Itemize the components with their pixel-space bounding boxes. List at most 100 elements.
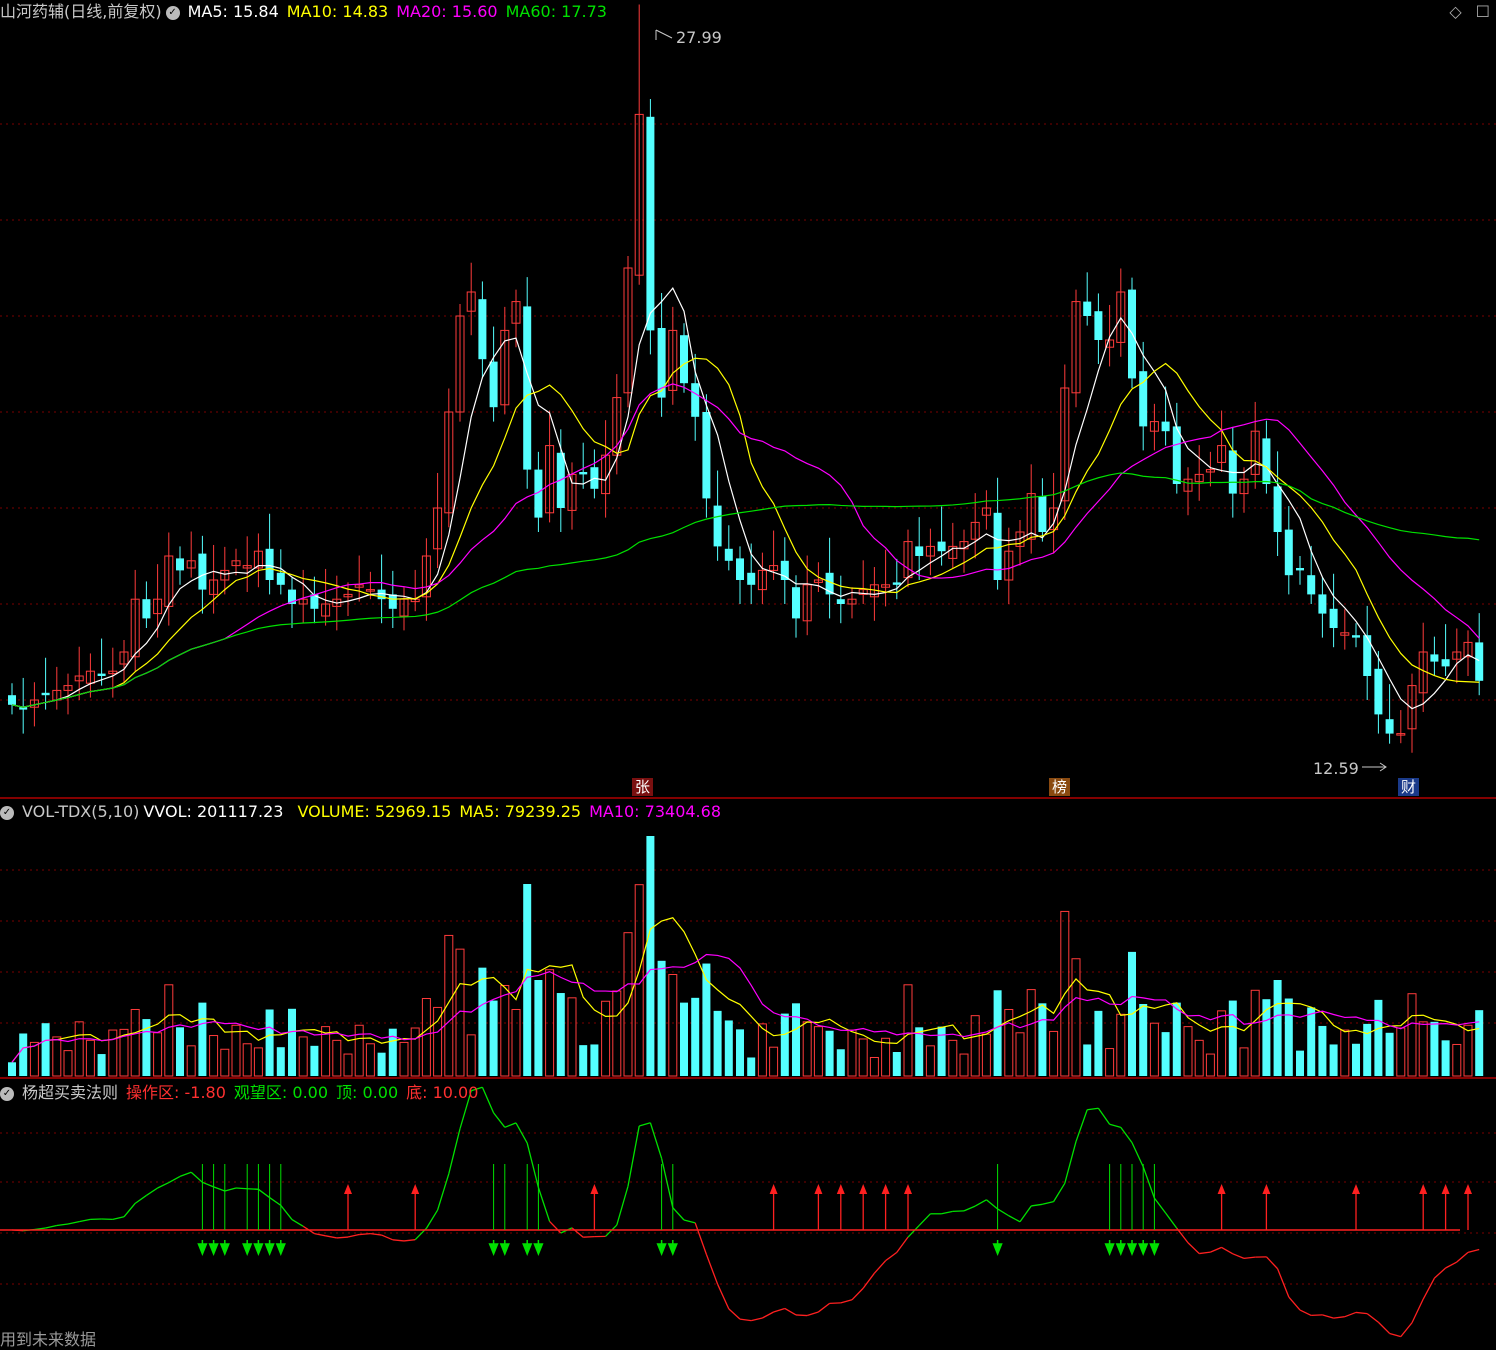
volume-bar-down (837, 1049, 845, 1076)
volume-bar-down (1173, 1003, 1181, 1076)
oscillator-line (382, 1235, 393, 1240)
volume-bar-up (53, 1037, 61, 1076)
oscillator-line (359, 1234, 370, 1235)
high-arrow (656, 30, 672, 40)
volume-bar-down (646, 836, 654, 1076)
oscillator-line (1076, 1110, 1087, 1142)
oscillator-line (919, 1214, 930, 1226)
oscillator-line (796, 1315, 807, 1316)
indicator-name[interactable]: 杨超买卖法则 (22, 1083, 118, 1102)
sell-arrow-icon (1139, 1240, 1147, 1254)
volume-bar-down (1094, 1011, 1102, 1076)
tag-cai[interactable]: 财 (1398, 778, 1419, 796)
oscillator-line (639, 1123, 650, 1126)
volume-bar-down (1374, 1000, 1382, 1076)
volume-bar-down (490, 1001, 498, 1076)
volume-bar-up (602, 1001, 610, 1076)
oscillator-line (830, 1303, 841, 1304)
candle-body-down (1330, 609, 1338, 628)
oscillator-line (281, 1205, 292, 1219)
volume-bar-up (221, 1049, 229, 1076)
oscillator-line (706, 1254, 717, 1284)
volume-bar-up (1464, 1025, 1472, 1076)
volume-bar-down (1083, 1044, 1091, 1076)
volume-bar-up (848, 1030, 856, 1076)
buy-arrow-icon (1352, 1184, 1360, 1194)
stock-title[interactable]: 山河药辅(日线,前复权) (0, 2, 162, 21)
candle-body-down (736, 558, 744, 580)
low-price-label: 12.59 (1313, 759, 1359, 778)
chart-canvas (0, 0, 1496, 1348)
vol-indicator-name[interactable]: VOL-TDX(5,10) (22, 802, 139, 821)
volume-bar-down (1162, 1032, 1170, 1076)
oscillator-line (942, 1211, 953, 1213)
volume-bar-up (501, 985, 509, 1076)
high-price-label: 27.99 (676, 28, 722, 47)
volume-bar-down (994, 990, 1002, 1076)
oscillator-line (214, 1187, 225, 1191)
oscillator-line (538, 1188, 549, 1222)
volume-bar-up (422, 999, 430, 1076)
candle-body-down (198, 554, 206, 590)
volume-bar-up (859, 1039, 867, 1076)
oscillator-line (1042, 1202, 1053, 1205)
sell-arrow-icon (994, 1240, 1002, 1254)
oscillator-line (1154, 1198, 1165, 1213)
volume-bar-down (19, 1033, 27, 1076)
volume-bar-up (75, 1022, 83, 1076)
candle-body-down (714, 506, 722, 547)
oscillator-line (1199, 1252, 1210, 1253)
oscillator-line (662, 1158, 673, 1207)
vol-ma10-readout: MA10: 73404.68 (589, 802, 721, 821)
oscillator-line (494, 1113, 505, 1127)
settings-icon[interactable]: ✓ (166, 6, 180, 20)
oscillator-line (68, 1222, 79, 1224)
volume-settings-icon[interactable]: ✓ (0, 806, 14, 820)
candle-body-down (8, 695, 16, 705)
candle-body-down (1162, 422, 1170, 432)
volume-bar-up (814, 1027, 822, 1076)
oscillator-line (1434, 1268, 1445, 1278)
volume-bar-down (714, 1011, 722, 1076)
volume-bar-down (826, 1031, 834, 1076)
oscillator-line (505, 1123, 516, 1127)
oscillator-line (617, 1186, 628, 1225)
oscillator-line (1020, 1206, 1031, 1222)
oscillator-line (583, 1237, 594, 1238)
indicator-settings-icon[interactable]: ✓ (0, 1087, 14, 1101)
volume-readout: VOLUME: 52969.15 (297, 802, 451, 821)
volume-bar-up (982, 1034, 990, 1076)
oscillator-line (841, 1300, 852, 1303)
volume-bar-up (960, 1054, 968, 1076)
volume-bar-up (758, 1024, 766, 1076)
oscillator-line (1390, 1333, 1401, 1336)
candle-body-down (792, 587, 800, 618)
oscillator-line (1054, 1183, 1065, 1201)
volume-bar-up (1251, 990, 1259, 1076)
oscillator-line (964, 1206, 975, 1211)
buy-arrow-icon (859, 1184, 867, 1194)
candle-body-down (98, 674, 106, 676)
oscillator-line (79, 1219, 90, 1221)
volume-bar-up (109, 1030, 117, 1076)
candle-body-down (938, 542, 946, 552)
candle-body-down (478, 299, 486, 359)
diamond-icon[interactable]: ◇ (1449, 2, 1461, 21)
tag-zhang[interactable]: 张 (632, 778, 653, 796)
oscillator-line (124, 1203, 135, 1216)
volume-bar-down (725, 1020, 733, 1076)
oscillator-line (740, 1319, 751, 1321)
oscillator-line (998, 1209, 1009, 1216)
square-icon[interactable]: ☐ (1476, 2, 1490, 21)
volume-bar-down (1274, 980, 1282, 1076)
candle-body-down (142, 599, 150, 618)
oscillator-line (807, 1312, 818, 1316)
candle-body-down (691, 383, 699, 417)
oscillator-line (57, 1224, 68, 1226)
volume-bar-up (1218, 1011, 1226, 1076)
volume-bar-up (1050, 1031, 1058, 1076)
volume-bar-down (557, 993, 565, 1076)
sell-arrow-icon (490, 1240, 498, 1254)
candle-body-down (1285, 530, 1293, 576)
tag-bang[interactable]: 榜 (1049, 778, 1070, 796)
